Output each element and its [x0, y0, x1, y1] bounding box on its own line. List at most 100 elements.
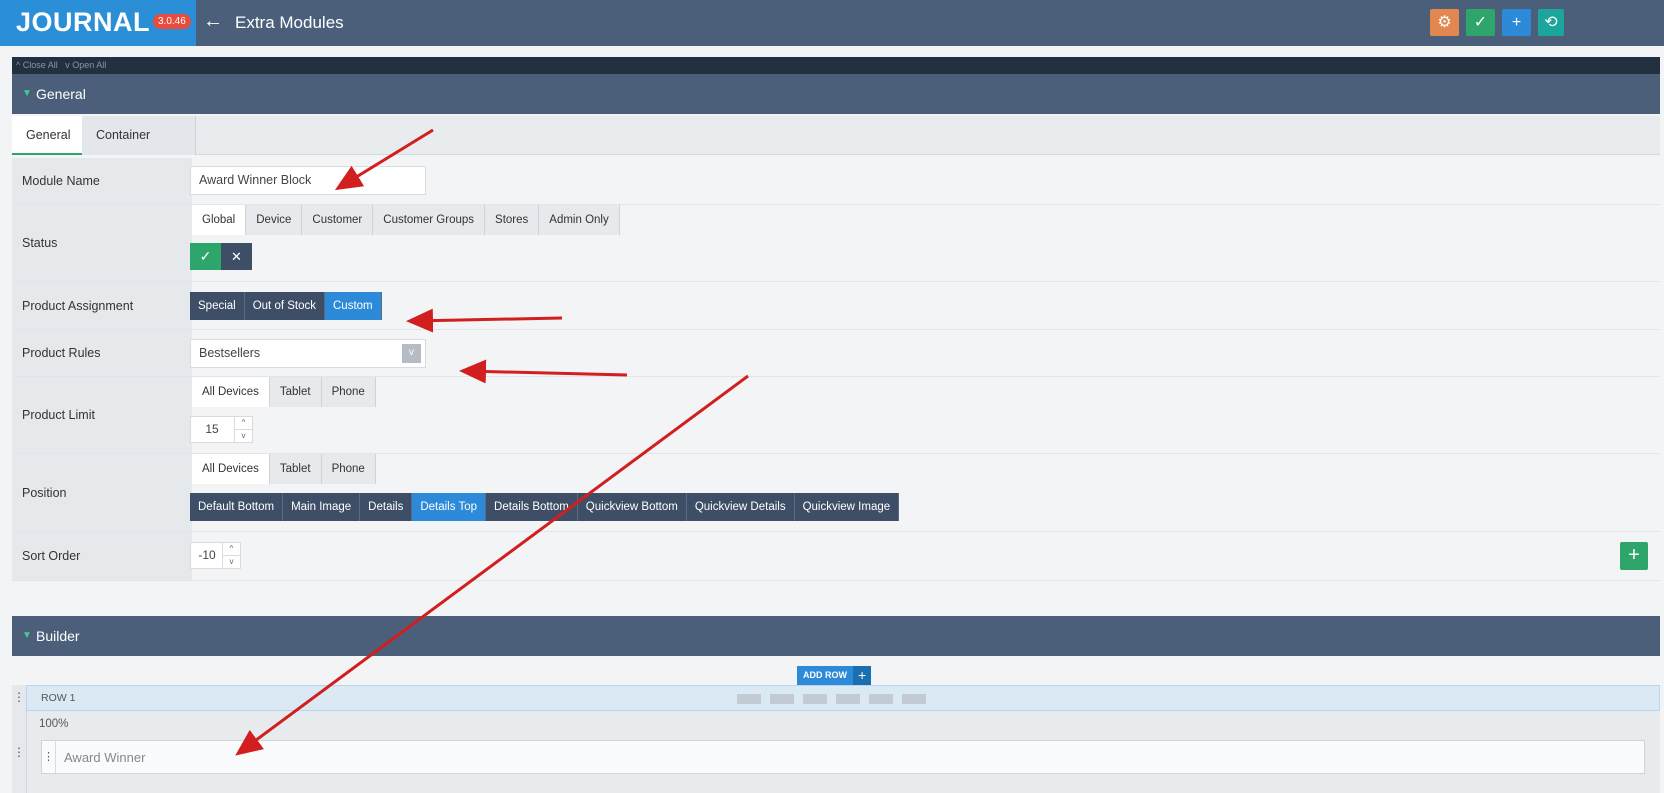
tab-all-devices[interactable]: All Devices [192, 377, 270, 407]
tab-stores[interactable]: Stores [485, 205, 540, 235]
layout-option[interactable] [836, 694, 860, 704]
plus-icon: + [853, 666, 872, 685]
drag-handle-icon[interactable]: ⋮ [12, 685, 26, 711]
decrement-icon[interactable]: v [234, 429, 252, 442]
sort-order-stepper[interactable]: -10 ^ v [190, 542, 241, 569]
journal-logo[interactable]: JOURNAL 3.0.46 [0, 0, 196, 46]
product-assignment-row: Product Assignment Special Out of Stock … [12, 282, 1660, 330]
status-row: Status Global Device Customer Customer G… [12, 205, 1660, 282]
add-button[interactable]: + [1620, 542, 1648, 570]
row-header: ROW 1 [26, 685, 1660, 711]
chevron-down-icon[interactable]: v [402, 344, 421, 363]
add-row-button[interactable]: ADD ROW + [797, 666, 872, 685]
product-rules-label: Product Rules [22, 346, 101, 360]
module-name-row: Module Name Award Winner Block [12, 158, 1660, 205]
tab-customer[interactable]: Customer [302, 205, 374, 235]
tab-tablet[interactable]: Tablet [269, 377, 322, 407]
product-limit-row: Product Limit All Devices Tablet Phone 1… [12, 377, 1660, 454]
position-tabs: All Devices Tablet Phone [192, 454, 376, 484]
back-arrow-icon[interactable]: ← [203, 10, 223, 33]
layout-option[interactable] [737, 694, 761, 704]
builder-section-header[interactable]: ▼ Builder [12, 616, 1660, 656]
status-on-toggle[interactable]: ✓ [190, 243, 221, 270]
logo-text: JOURNAL [16, 7, 151, 37]
status-tabs: Global Device Customer Customer Groups S… [192, 205, 620, 235]
tab-phone[interactable]: Phone [321, 377, 376, 407]
position-option[interactable]: Quickview Details [686, 493, 795, 521]
product-limit-tabs: All Devices Tablet Phone [192, 377, 376, 407]
product-limit-value: 15 [205, 422, 219, 436]
custom-option[interactable]: Custom [325, 292, 382, 320]
close-icon: ✕ [231, 249, 242, 264]
sort-order-value: -10 [198, 548, 216, 562]
close-all-link[interactable]: ^ Close All [16, 60, 58, 70]
section-title: Builder [36, 628, 80, 644]
sort-order-row: Sort Order -10 ^ v + [12, 532, 1660, 581]
tab-tablet[interactable]: Tablet [269, 454, 322, 484]
sort-order-label: Sort Order [22, 549, 81, 563]
drag-handle-icon[interactable]: ⋮ [12, 711, 26, 793]
product-assignment-label: Product Assignment [22, 298, 134, 313]
position-buttons: Default Bottom Main Image Details Detail… [190, 493, 900, 521]
position-option[interactable]: Main Image [283, 493, 361, 521]
plus-icon: + [1628, 544, 1640, 566]
position-label: Position [22, 485, 67, 500]
history-button[interactable]: ⟲ [1538, 9, 1564, 36]
layout-option[interactable] [770, 694, 794, 704]
special-option[interactable]: Special [190, 292, 245, 320]
out-of-stock-option[interactable]: Out of Stock [244, 292, 325, 320]
product-rules-row: Product Rules Bestsellers v [12, 330, 1660, 377]
tab-general[interactable]: General [12, 116, 82, 155]
status-label: Status [22, 236, 58, 250]
position-option[interactable]: Details [360, 493, 413, 521]
history-icon: ⟲ [1544, 14, 1558, 31]
column-area: 100% ⋮ Award Winner [26, 711, 1660, 793]
page-title: Extra Modules [235, 13, 344, 32]
drag-handle-icon[interactable]: ⋮ [42, 741, 56, 773]
tab-container-styles[interactable]: Container Styles [82, 116, 196, 181]
tab-customer-groups[interactable]: Customer Groups [373, 205, 486, 235]
caret-down-icon: ▼ [22, 630, 32, 641]
check-icon: ✓ [1473, 14, 1488, 31]
column-width: 100% [39, 718, 69, 730]
module-block[interactable]: ⋮ Award Winner [41, 740, 1645, 774]
product-limit-stepper[interactable]: 15 ^ v [190, 416, 253, 443]
product-rules-select[interactable]: Bestsellers v [190, 339, 426, 368]
add-row-label: ADD ROW [797, 666, 853, 685]
plus-icon: + [1511, 14, 1522, 31]
reset-button[interactable]: ⚙ [1430, 9, 1459, 36]
position-row: Position All Devices Tablet Phone Defaul… [12, 454, 1660, 532]
product-limit-label: Product Limit [22, 408, 95, 422]
tab-all-devices[interactable]: All Devices [192, 454, 270, 484]
layout-option[interactable] [869, 694, 893, 704]
caret-down-icon: ▼ [22, 88, 32, 99]
general-section-header[interactable]: ▼ General [12, 74, 1660, 114]
column-layout-selector [737, 694, 926, 704]
save-button[interactable]: ✓ [1466, 9, 1495, 36]
product-rules-value: Bestsellers [199, 346, 261, 360]
decrement-icon[interactable]: v [222, 555, 240, 568]
position-option[interactable]: Quickview Bottom [577, 493, 687, 521]
position-option-selected[interactable]: Details Top [412, 493, 487, 521]
check-icon: ✓ [199, 248, 212, 264]
tab-admin-only[interactable]: Admin Only [539, 205, 620, 235]
tab-device[interactable]: Device [246, 205, 303, 235]
position-option[interactable]: Quickview Image [794, 493, 900, 521]
position-option[interactable]: Details Bottom [486, 493, 578, 521]
layout-option[interactable] [803, 694, 827, 704]
version-badge: 3.0.46 [153, 14, 191, 29]
open-all-link[interactable]: v Open All [65, 60, 106, 70]
tab-phone[interactable]: Phone [321, 454, 376, 484]
tab-global[interactable]: Global [192, 205, 247, 235]
module-name-input[interactable]: Award Winner Block [190, 166, 426, 195]
status-off-toggle[interactable]: ✕ [221, 243, 252, 270]
layout-option[interactable] [902, 694, 926, 704]
position-option[interactable]: Default Bottom [190, 493, 284, 521]
row-label: ROW 1 [41, 692, 76, 704]
add-button[interactable]: + [1502, 9, 1531, 36]
collapse-bar: ^ Close All v Open All [12, 57, 1660, 74]
module-title: Award Winner [64, 750, 146, 765]
module-name-label: Module Name [22, 174, 100, 188]
top-bar: JOURNAL 3.0.46 ← Extra Modules ⚙ ✓ + ⟲ [0, 0, 1664, 46]
reset-icon: ⚙ [1437, 14, 1452, 31]
